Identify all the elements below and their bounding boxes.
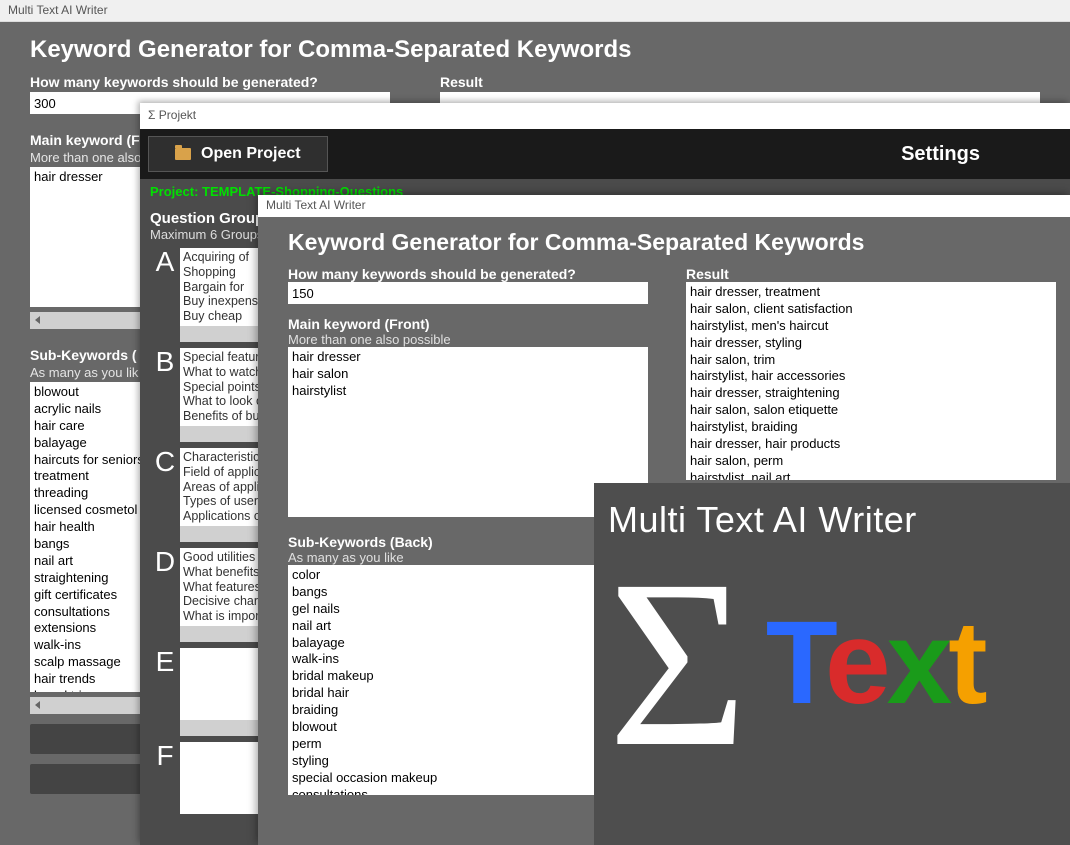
group-e-box[interactable] xyxy=(180,648,270,720)
scrollbar-placeholder[interactable] xyxy=(180,526,270,542)
win3-heading: Keyword Generator for Comma-Separated Ke… xyxy=(288,229,1040,256)
group-letter: D xyxy=(150,548,180,576)
sigma-icon: Σ xyxy=(608,549,748,777)
win3-main-label: Main keyword (Front) xyxy=(288,316,648,332)
scrollbar-placeholder[interactable] xyxy=(180,326,270,342)
settings-tab[interactable]: Settings xyxy=(901,143,980,166)
group-f-box[interactable] xyxy=(180,742,270,814)
scrollbar-placeholder[interactable] xyxy=(180,426,270,442)
win1-heading: Keyword Generator for Comma-Separated Ke… xyxy=(30,36,1040,64)
win2-title: Projekt xyxy=(159,108,196,122)
logo-overlay: Multi Text AI Writer Σ Text xyxy=(594,483,1070,845)
group-a-box[interactable]: Acquiring of Shopping Bargain for Buy in… xyxy=(180,248,270,326)
group-letter: C xyxy=(150,448,180,476)
win3-count-label: How many keywords should be generated? xyxy=(288,266,648,282)
win3-result-textarea[interactable] xyxy=(686,282,1056,480)
group-letter: E xyxy=(150,648,180,676)
win3-title: Multi Text AI Writer xyxy=(266,198,366,212)
group-letter: F xyxy=(150,742,180,770)
folder-icon xyxy=(175,148,191,160)
win3-result-label: Result xyxy=(686,266,1056,282)
scrollbar-placeholder[interactable] xyxy=(180,720,270,736)
win1-result-label: Result xyxy=(440,74,1040,90)
win3-main-hint: More than one also possible xyxy=(288,332,648,347)
logo-word: Text xyxy=(766,595,984,731)
win3-titlebar: Multi Text AI Writer xyxy=(258,195,1070,217)
win3-count-input[interactable] xyxy=(288,282,648,304)
group-b-box[interactable]: Special feature What to watch o Special … xyxy=(180,348,270,426)
win1-title: Multi Text AI Writer xyxy=(8,3,108,17)
win2-titlebar: Σ Projekt xyxy=(140,103,1070,129)
sigma-title-icon: Σ xyxy=(148,108,155,122)
group-letter: B xyxy=(150,348,180,376)
open-project-label: Open Project xyxy=(201,145,301,163)
group-letter: A xyxy=(150,248,180,276)
logo-graphic: Σ Text xyxy=(608,549,1056,777)
scrollbar-placeholder[interactable] xyxy=(180,626,270,642)
win2-toolbar: Open Project Settings xyxy=(140,129,1070,179)
group-c-box[interactable]: Characteristics Field of applic Areas of… xyxy=(180,448,270,526)
open-project-button[interactable]: Open Project xyxy=(148,136,328,172)
win3-sub-textarea[interactable] xyxy=(288,565,606,795)
win1-count-label: How many keywords should be generated? xyxy=(30,74,400,90)
win1-titlebar: Multi Text AI Writer xyxy=(0,0,1070,22)
group-d-box[interactable]: Good utilities w What benefits a What fe… xyxy=(180,548,270,626)
